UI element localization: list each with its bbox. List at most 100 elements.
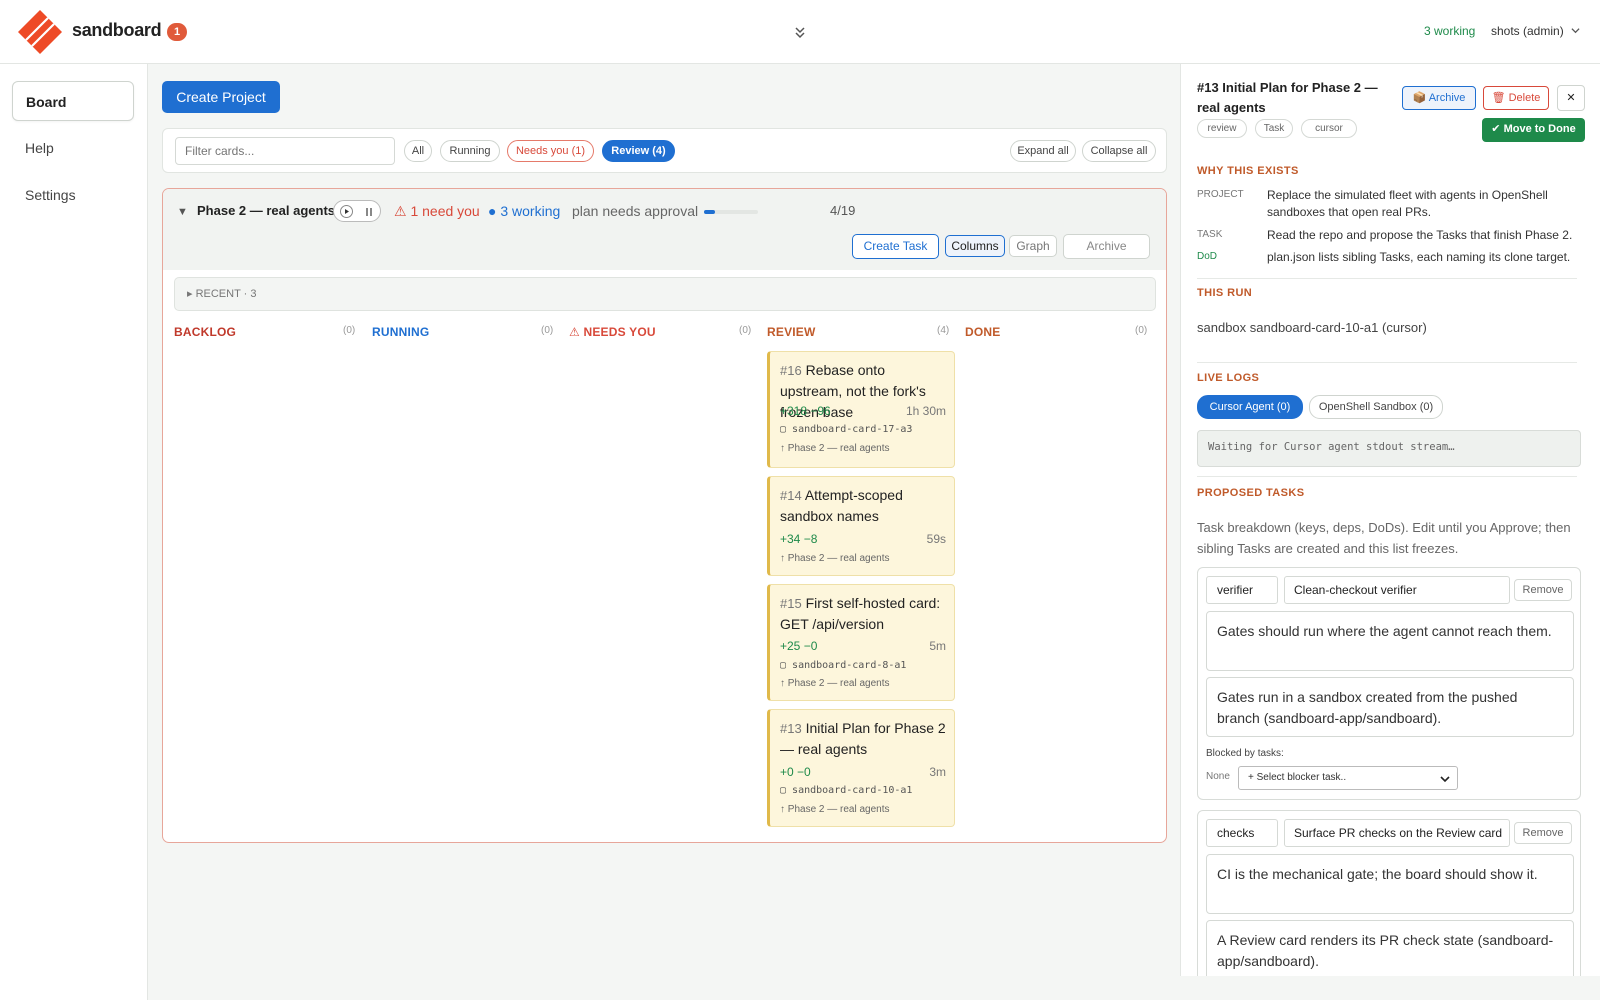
brand-name[interactable]: sandboard bbox=[72, 20, 162, 41]
filter-review[interactable]: Review (4) bbox=[602, 140, 675, 162]
dod-label: DoD bbox=[1197, 251, 1218, 262]
needs-you-status[interactable]: ⚠ 1 need you bbox=[394, 203, 480, 220]
card-parent-link[interactable]: ↑ Phase 2 — real agents bbox=[780, 443, 890, 454]
recent-section-toggle[interactable]: ▸ RECENT · 3 bbox=[174, 277, 1156, 311]
collapse-all-button[interactable]: Collapse all bbox=[1082, 140, 1156, 162]
working-status: 3 working bbox=[1424, 24, 1476, 38]
card-number: #14 bbox=[780, 488, 802, 503]
collapse-header-icon[interactable] bbox=[792, 24, 808, 40]
filter-all[interactable]: All bbox=[404, 140, 432, 162]
project-title[interactable]: Phase 2 — real agents bbox=[197, 203, 335, 218]
column-count-backlog: (0) bbox=[343, 325, 356, 336]
expand-all-button[interactable]: Expand all bbox=[1010, 140, 1076, 162]
project-progress-fill bbox=[704, 210, 716, 214]
proposed-task: verifier Clean-checkout verifier Remove … bbox=[1197, 567, 1581, 800]
project-value: Replace the simulated fleet with agents … bbox=[1267, 188, 1548, 219]
task-name-input[interactable]: Surface PR checks on the Review card bbox=[1284, 819, 1510, 847]
task-key-input[interactable]: verifier bbox=[1206, 576, 1278, 604]
view-columns-button[interactable]: Columns bbox=[945, 235, 1005, 257]
tag-review: review bbox=[1197, 119, 1247, 138]
logs-tab-openshell-sandbox[interactable]: OpenShell Sandbox (0) bbox=[1309, 395, 1443, 419]
this-run-section-title: THIS RUN bbox=[1197, 287, 1253, 299]
blocked-by-none: None bbox=[1206, 771, 1230, 782]
project-label: PROJECT bbox=[1197, 189, 1244, 200]
column-header-backlog: BACKLOG bbox=[174, 325, 237, 339]
card-time: 5m bbox=[929, 639, 946, 653]
card-time: 59s bbox=[926, 532, 946, 546]
tag-task: Task bbox=[1255, 119, 1293, 138]
task-why-textarea[interactable]: Gates should run where the agent cannot … bbox=[1206, 611, 1574, 671]
sidebar-item-help[interactable]: Help bbox=[12, 128, 134, 168]
chevron-down-icon bbox=[1571, 28, 1580, 34]
collapse-caret-icon[interactable]: ▼ bbox=[177, 206, 188, 218]
blocker-task-select[interactable]: + Select blocker task.. bbox=[1238, 766, 1458, 790]
close-panel-icon[interactable]: ✕ bbox=[1557, 85, 1585, 111]
why-section-title: WHY THIS EXISTS bbox=[1197, 165, 1299, 177]
card-title: #14 Attempt-scoped sandbox names bbox=[780, 485, 950, 527]
card-sandbox: ▢ sandboard-card-17-a3 bbox=[780, 424, 912, 435]
top-bar: sandboard 1 3 working shots (admin) bbox=[0, 0, 1600, 64]
column-count-running: (0) bbox=[541, 325, 554, 336]
project-phase-2: ▼ Phase 2 — real agents ⚠ 1 need you ● 3… bbox=[162, 188, 1167, 843]
filter-input[interactable] bbox=[175, 137, 395, 165]
task-name-input[interactable]: Clean-checkout verifier bbox=[1284, 576, 1510, 604]
remove-task-button[interactable]: Remove bbox=[1514, 579, 1572, 601]
notification-badge[interactable]: 1 bbox=[167, 23, 187, 41]
pause-icon[interactable] bbox=[364, 207, 374, 217]
sandbox-icon: ▢ bbox=[780, 660, 793, 671]
blocker-select-value: + Select blocker task.. bbox=[1248, 772, 1347, 783]
proposed-task: checks Surface PR checks on the Review c… bbox=[1197, 810, 1581, 976]
card-sandbox: ▢ sandboard-card-8-a1 bbox=[780, 660, 906, 671]
sidebar-item-settings[interactable]: Settings bbox=[12, 175, 134, 215]
card-parent-link[interactable]: ↑ Phase 2 — real agents bbox=[780, 678, 890, 689]
project-progress-text: 4/19 bbox=[830, 203, 856, 218]
view-graph-button[interactable]: Graph bbox=[1009, 235, 1057, 257]
filter-needs-you[interactable]: Needs you (1) bbox=[507, 140, 594, 162]
sandbox-icon: ▢ bbox=[780, 424, 793, 435]
user-name: shots (admin) bbox=[1491, 24, 1564, 38]
archive-card-button[interactable]: 📦 Archive bbox=[1402, 86, 1476, 110]
card-time: 1h 30m bbox=[905, 404, 946, 418]
card-title: #13 Initial Plan for Phase 2 — real agen… bbox=[780, 718, 950, 760]
create-task-button[interactable]: Create Task bbox=[852, 234, 939, 259]
run-sandbox: sandbox sandboard-card-10-a1 (cursor) bbox=[1197, 320, 1427, 335]
sidebar: Board Help Settings bbox=[0, 64, 148, 1000]
create-project-button[interactable]: Create Project bbox=[162, 81, 280, 113]
logs-tab-cursor-agent[interactable]: Cursor Agent (0) bbox=[1197, 395, 1303, 419]
card-sandbox: ▢ sandboard-card-10-a1 bbox=[780, 785, 912, 796]
filter-running[interactable]: Running bbox=[440, 140, 500, 162]
card-diff: +0 −0 bbox=[780, 765, 811, 779]
task-value: Read the repo and propose the Tasks that… bbox=[1267, 228, 1573, 242]
card-diff: +34 −8 bbox=[780, 532, 818, 546]
play-icon[interactable] bbox=[340, 205, 353, 218]
task-dod-textarea[interactable]: A Review card renders its PR check state… bbox=[1206, 920, 1574, 976]
card-detail-panel: #13 Initial Plan for Phase 2 — real agen… bbox=[1180, 64, 1600, 976]
sandboard-logo-icon[interactable] bbox=[18, 10, 62, 54]
task-why-textarea[interactable]: CI is the mechanical gate; the board sho… bbox=[1206, 854, 1574, 914]
panel-title: #13 Initial Plan for Phase 2 — real agen… bbox=[1197, 80, 1378, 115]
move-to-done-button[interactable]: ✔ Move to Done bbox=[1482, 118, 1585, 142]
delete-card-button[interactable]: 🗑 Delete bbox=[1483, 86, 1549, 110]
user-menu[interactable]: shots (admin) bbox=[1491, 24, 1580, 38]
sidebar-item-board[interactable]: Board bbox=[12, 81, 134, 121]
card-15[interactable]: #15 First self-hosted card: GET /api/ver… bbox=[767, 584, 955, 701]
task-dod-textarea[interactable]: Gates run in a sandbox created from the … bbox=[1206, 677, 1574, 737]
card-number: #16 bbox=[780, 363, 802, 378]
project-run-controls bbox=[333, 200, 381, 222]
column-count-done: (0) bbox=[1135, 325, 1148, 336]
card-number: #15 bbox=[780, 596, 802, 611]
proposed-tasks-description: Task breakdown (keys, deps, DoDs). Edit … bbox=[1197, 520, 1571, 556]
blocked-by-label: Blocked by tasks: bbox=[1206, 748, 1284, 759]
task-key-input[interactable]: checks bbox=[1206, 819, 1278, 847]
column-header-running: RUNNING bbox=[372, 325, 430, 339]
archive-project-button[interactable]: Archive bbox=[1063, 234, 1150, 259]
column-count-needs-you: (0) bbox=[739, 325, 752, 336]
card-sandbox-name: sandboard-card-10-a1 bbox=[792, 785, 913, 796]
card-13[interactable]: #13 Initial Plan for Phase 2 — real agen… bbox=[767, 709, 955, 827]
card-16[interactable]: #16 Rebase onto upstream, not the fork's… bbox=[767, 351, 955, 468]
card-14[interactable]: #14 Attempt-scoped sandbox names +34 −8 … bbox=[767, 476, 955, 576]
proposed-tasks-section-title: PROPOSED TASKS bbox=[1197, 487, 1305, 499]
remove-task-button[interactable]: Remove bbox=[1514, 822, 1572, 844]
card-parent-link[interactable]: ↑ Phase 2 — real agents bbox=[780, 553, 890, 564]
card-parent-link[interactable]: ↑ Phase 2 — real agents bbox=[780, 804, 890, 815]
